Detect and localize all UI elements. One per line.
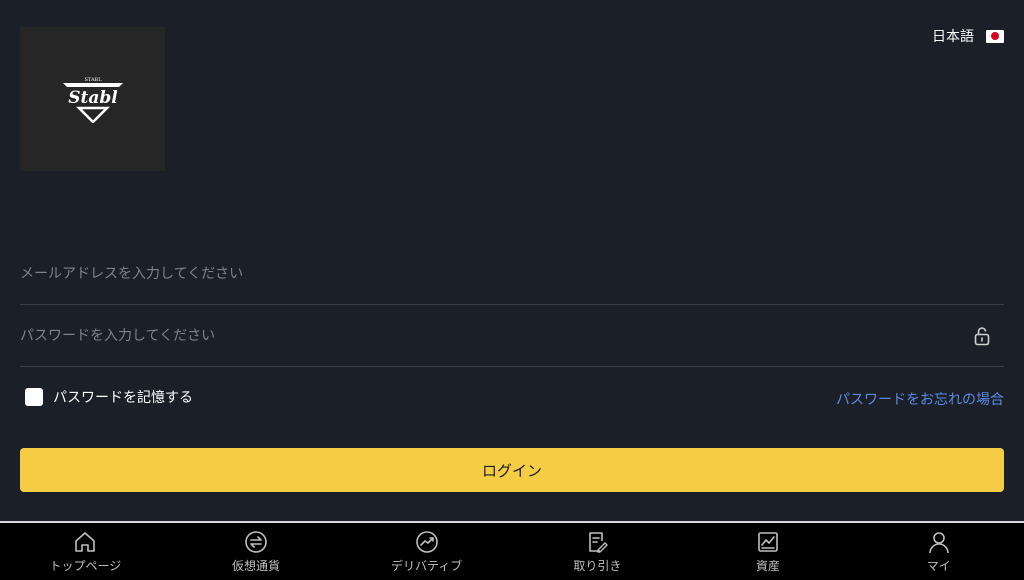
logo: STABL Stabl [20,27,165,171]
login-button[interactable]: ログイン [20,448,1004,492]
bottom-tab-bar: トップページ 仮想通貨 デリバティブ 取り引き 資産 マイ [0,521,1024,580]
tab-my[interactable]: マイ [853,523,1024,580]
exchange-icon [245,530,267,553]
chart-icon [758,531,778,552]
remember-checkbox[interactable] [25,388,43,406]
tab-label: 取り引き [573,558,622,573]
svg-text:Stabl: Stabl [68,88,118,108]
trend-icon [415,530,438,553]
user-icon [928,531,949,553]
language-label: 日本語 [932,29,974,45]
tab-trading[interactable]: 取り引き [512,523,683,580]
remember-password[interactable]: パスワードを記憶する [25,387,193,407]
email-input[interactable] [20,265,1004,282]
lock-icon[interactable] [972,326,992,346]
language-selector[interactable]: 日本語 [932,26,1004,46]
tab-crypto[interactable]: 仮想通貨 [171,523,342,580]
tab-label: マイ [926,558,951,573]
tab-home[interactable]: トップページ [0,523,171,580]
japan-flag-icon [986,29,1004,43]
document-edit-icon [589,531,609,553]
remember-label: パスワードを記憶する [53,390,193,406]
tab-label: トップページ [49,558,122,573]
password-field-row [20,305,1004,367]
email-field-row [20,243,1004,305]
tab-label: 資産 [756,558,781,573]
tab-assets[interactable]: 資産 [683,523,854,580]
tab-derivatives[interactable]: デリバティブ [341,523,512,580]
tab-label: 仮想通貨 [232,558,281,573]
svg-text:STABL: STABL [84,77,102,83]
home-icon [75,531,96,552]
stabl-logo-icon: STABL Stabl [62,77,123,123]
tab-label: デリバティブ [391,558,463,573]
forgot-password-link[interactable]: パスワードをお忘れの場合 [836,389,1004,409]
password-input[interactable] [20,327,972,344]
